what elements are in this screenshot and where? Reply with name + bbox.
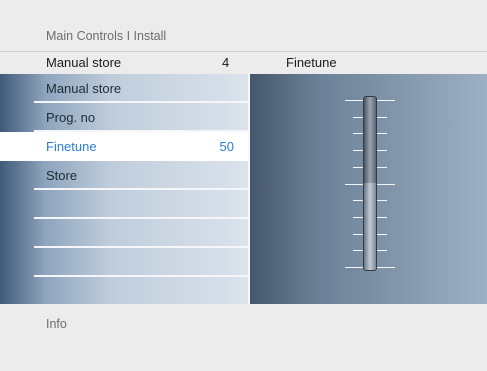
menu-item-label: Manual store bbox=[46, 81, 122, 96]
menu-item-manual-store[interactable]: Manual store bbox=[34, 74, 248, 103]
menu-item-label: Prog. no bbox=[46, 110, 96, 125]
menu-item-store[interactable]: Store bbox=[34, 161, 248, 190]
menu-item-prog-no[interactable]: Prog. no bbox=[34, 103, 248, 132]
info-label: Info bbox=[46, 317, 67, 331]
menu-header-row: Manual store 4 Finetune bbox=[0, 51, 487, 74]
menu-item-empty[interactable] bbox=[34, 248, 248, 277]
panel-title: Finetune bbox=[286, 55, 337, 70]
menu-item-label: Finetune bbox=[46, 139, 97, 154]
menu-item-label: Store bbox=[46, 168, 78, 183]
header-label: Manual store bbox=[46, 55, 122, 70]
menu-item-value: 50 bbox=[219, 139, 234, 154]
header-value: 4 bbox=[222, 55, 230, 70]
breadcrumb: Main Controls I Install bbox=[46, 29, 167, 43]
menu-item-empty[interactable] bbox=[34, 190, 248, 219]
slider-fill bbox=[364, 183, 376, 270]
menu-item-empty[interactable] bbox=[34, 219, 248, 248]
column-divider bbox=[248, 74, 250, 304]
menu-item-empty[interactable] bbox=[34, 277, 248, 306]
menu-item-finetune[interactable]: Finetune 50 bbox=[0, 132, 248, 161]
tv-menu-screen: Main Controls I Install Manual store 4 F… bbox=[0, 0, 487, 371]
menu-area: Manual store Prog. no Finetune 50 Store bbox=[0, 74, 487, 304]
finetune-slider[interactable] bbox=[345, 96, 395, 271]
